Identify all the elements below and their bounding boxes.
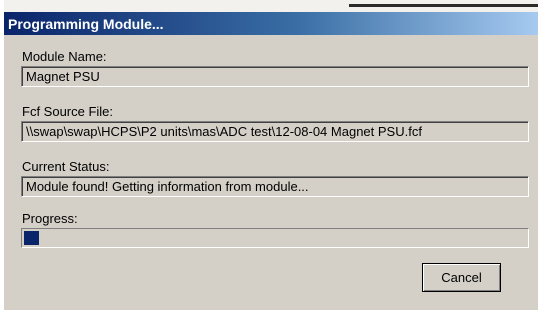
dialog-title: Programming Module... xyxy=(8,15,164,32)
title-bar[interactable]: Programming Module... xyxy=(4,12,538,35)
programming-module-dialog: Programming Module... Module Name: Magne… xyxy=(4,0,538,310)
background-strip xyxy=(4,0,538,12)
progress-bar-fill xyxy=(24,231,39,245)
current-status-label: Current Status: xyxy=(22,159,110,174)
progress-label: Progress: xyxy=(22,211,78,226)
current-status-field: Module found! Getting information from m… xyxy=(21,176,529,197)
background-line xyxy=(349,4,538,7)
module-name-label: Module Name: xyxy=(22,49,107,64)
source-file-label: Fcf Source File: xyxy=(22,104,114,119)
progress-bar xyxy=(21,228,529,248)
source-file-field: \\swap\swap\HCPS\P2 units\mas\ADC test\1… xyxy=(21,121,529,142)
cancel-button[interactable]: Cancel xyxy=(422,263,501,292)
module-name-field: Magnet PSU xyxy=(21,66,529,87)
